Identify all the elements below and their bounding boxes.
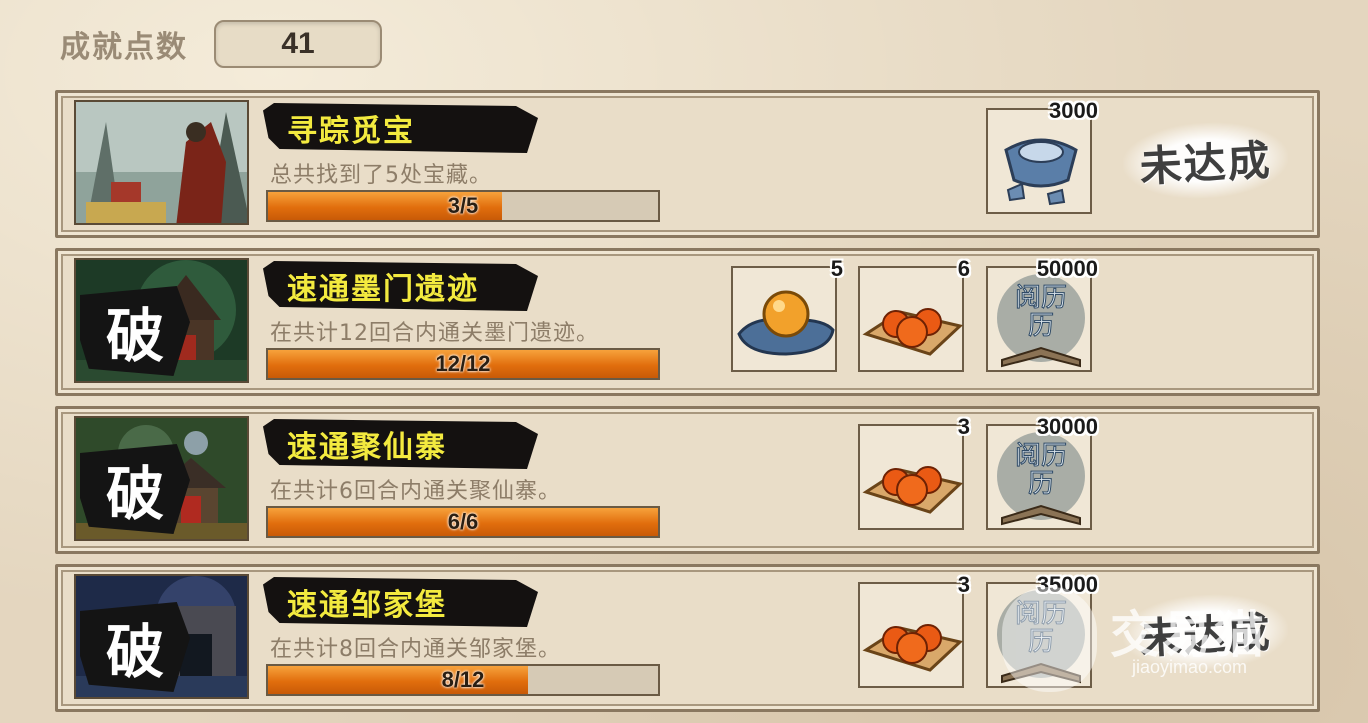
achievement-title-banner: 速通聚仙寨 [263, 419, 538, 469]
progress-bar: 12/12 [266, 348, 660, 380]
experience-label-second-glyph: 历 [1028, 311, 1054, 341]
progress-bar: 8/12 [266, 664, 660, 696]
zou-family-fort-thumbnail: 破 [74, 574, 249, 699]
not-achieved-stamp: 未达成 [1121, 118, 1290, 203]
achievement-row[interactable]: 破 速通聚仙寨 在共计6回合内通关聚仙寨。 6/6 3 阅历 历 30000 [55, 406, 1320, 554]
watermark-logo-icon [1002, 587, 1097, 692]
achievement-title-banner: 速通墨门遗迹 [263, 261, 538, 311]
reward-slot[interactable]: 3000 [986, 98, 1098, 214]
reward-slot[interactable]: 阅历 历 30000 [986, 414, 1098, 530]
mohist-ruins-thumbnail: 破 [74, 258, 249, 383]
progress-text: 6/6 [447, 509, 479, 534]
achievement-title-banner: 速通邹家堡 [263, 577, 538, 627]
gathering-immortal-stronghold-thumbnail: 破 [74, 416, 249, 541]
achievement-points-value: 41 [214, 20, 382, 68]
orange-fruit-tray-icon [862, 466, 964, 514]
progress-text: 12/12 [435, 351, 491, 376]
broken-badge: 破 [80, 444, 190, 534]
reward-count: 3 [957, 572, 970, 597]
experience-book-icon: 阅历 历 [997, 432, 1085, 526]
reward-count: 50000 [1036, 256, 1098, 281]
achievement-description: 在共计8回合内通关邹家堡。 [270, 637, 561, 662]
achievement-title: 速通聚仙寨 [287, 430, 447, 465]
achievement-title: 寻踪觅宝 [287, 114, 415, 149]
reward-slot[interactable]: 5 [731, 256, 843, 372]
reward-count: 30000 [1036, 414, 1098, 439]
achievement-description: 在共计6回合内通关聚仙寨。 [270, 479, 561, 504]
reward-slot[interactable]: 6 [858, 256, 970, 372]
progress-text: 8/12 [441, 667, 485, 692]
achievement-title: 速通邹家堡 [287, 588, 447, 623]
watermark: 交易猫 jiaoyimao.com [1000, 585, 1330, 705]
silver-ingot-icon [1004, 138, 1078, 206]
achievement-points-label: 成就点数 [60, 30, 188, 65]
experience-book-icon: 阅历 历 [997, 274, 1085, 368]
progress-text: 3/5 [447, 193, 479, 218]
reward-slot[interactable]: 3 [858, 572, 970, 688]
reward-count: 3000 [1049, 98, 1098, 123]
watermark-url: jiaoyimao.com [1132, 657, 1248, 677]
achievement-description: 在共计12回合内通关墨门遗迹。 [270, 321, 599, 346]
experience-label: 阅历 [1015, 441, 1067, 471]
orange-fruit-tray-icon [862, 308, 964, 356]
reward-slot[interactable]: 3 [858, 414, 970, 530]
progress-bar: 6/6 [266, 506, 660, 538]
experience-label-second-glyph: 历 [1028, 469, 1054, 499]
achievement-title: 速通墨门遗迹 [287, 272, 479, 307]
achievement-row[interactable]: 破 速通墨门遗迹 在共计12回合内通关墨门遗迹。 12/12 5 6 阅历 历 … [55, 248, 1320, 396]
reward-count: 5 [830, 256, 843, 281]
achievement-row[interactable]: 寻踪觅宝 总共找到了5处宝藏。 3/5 3000 未达成 [55, 90, 1320, 238]
reward-slot[interactable]: 阅历 历 50000 [986, 256, 1098, 372]
orange-fruit-tray-icon [862, 624, 964, 672]
reward-count: 6 [957, 256, 970, 281]
achievement-points-header: 成就点数 41 [60, 20, 382, 68]
progress-bar: 3/5 [266, 190, 660, 222]
golden-orb-icon [737, 290, 835, 356]
achievement-title-banner: 寻踪觅宝 [263, 103, 538, 153]
broken-badge: 破 [80, 286, 190, 376]
experience-label: 阅历 [1015, 283, 1067, 313]
broken-badge: 破 [80, 602, 190, 692]
treasure-hunt-thumbnail [74, 100, 249, 225]
reward-count: 3 [957, 414, 970, 439]
achievement-description: 总共找到了5处宝藏。 [270, 163, 492, 188]
